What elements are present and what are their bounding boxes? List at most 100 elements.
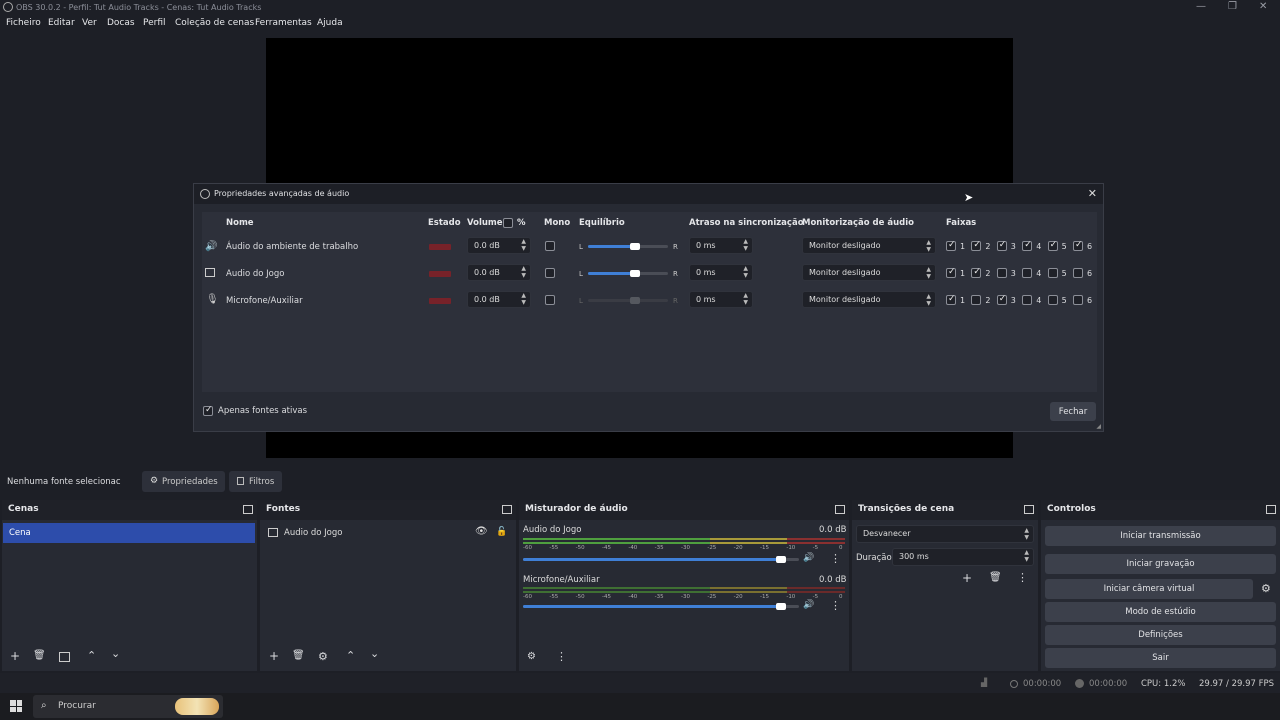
filters-button[interactable]: Filtros xyxy=(229,471,282,492)
scene-item-cena[interactable]: Cena xyxy=(3,523,255,543)
track-2-checkbox[interactable] xyxy=(971,295,982,305)
track-5-checkbox[interactable] xyxy=(1047,295,1058,305)
spin-arrows-icon[interactable]: ▲ ▼ xyxy=(1024,549,1029,563)
slider-handle[interactable] xyxy=(630,270,640,277)
settings-button[interactable]: Definições xyxy=(1045,625,1276,645)
source-item[interactable]: Audio do Jogo 👁 🔓 xyxy=(260,523,516,543)
monitoring-select[interactable]: Monitor desligado ▲ ▼ xyxy=(802,291,936,308)
undock-icon[interactable] xyxy=(502,505,512,514)
undock-icon[interactable] xyxy=(835,505,845,514)
gear-icon[interactable]: ⚙ xyxy=(527,651,536,662)
lock-icon[interactable]: 🔓 xyxy=(496,527,507,537)
undock-icon[interactable] xyxy=(243,505,253,514)
close-button[interactable]: Fechar xyxy=(1050,402,1096,421)
duration-spinbox[interactable]: 300 ms ▲ ▼ xyxy=(892,548,1034,566)
windows-start-icon[interactable] xyxy=(10,700,22,712)
speaker-icon[interactable]: 🔊 xyxy=(803,600,814,610)
minimize-icon[interactable]: — xyxy=(1196,1,1206,12)
balance-slider[interactable] xyxy=(588,270,668,277)
exit-button[interactable]: Sair xyxy=(1045,648,1276,668)
chevron-up-icon[interactable]: ⌃ xyxy=(87,649,96,662)
chevron-up-icon[interactable]: ⌃ xyxy=(346,649,355,662)
track-4-checkbox[interactable] xyxy=(1022,295,1033,305)
properties-button[interactable]: ⚙ Propriedades xyxy=(142,471,225,492)
track-2-checkbox[interactable] xyxy=(971,240,982,251)
undock-icon[interactable] xyxy=(1266,505,1276,514)
volume-spinbox[interactable]: 0.0 dB ▲ ▼ xyxy=(467,237,531,254)
track-3-checkbox[interactable] xyxy=(996,240,1007,251)
gear-icon[interactable]: ⚙ xyxy=(318,650,328,663)
start-recording-button[interactable]: Iniciar gravação xyxy=(1045,554,1276,574)
spin-arrows-icon[interactable]: ▲ ▼ xyxy=(521,292,526,306)
studio-mode-button[interactable]: Modo de estúdio xyxy=(1045,602,1276,622)
mono-checkbox[interactable] xyxy=(545,241,555,251)
chevron-down-icon[interactable]: ⌄ xyxy=(111,647,120,660)
undock-icon[interactable] xyxy=(1024,505,1034,514)
menu-ficheiro[interactable]: Ficheiro xyxy=(6,18,41,28)
track-1-checkbox[interactable] xyxy=(946,267,956,278)
slider-handle[interactable] xyxy=(775,556,786,563)
track-5-checkbox[interactable] xyxy=(1047,240,1058,251)
menu-ferramentas[interactable]: Ferramentas xyxy=(255,18,312,28)
volume-percent-checkbox[interactable] xyxy=(503,218,513,228)
more-options-icon[interactable]: ⋮ xyxy=(1017,571,1028,584)
slider-handle[interactable] xyxy=(775,603,786,610)
filter-icon[interactable] xyxy=(59,652,70,662)
start-streaming-button[interactable]: Iniciar transmissão xyxy=(1045,526,1276,546)
menu-editar[interactable]: Editar xyxy=(48,18,75,28)
add-icon[interactable]: + xyxy=(10,649,20,663)
trash-icon[interactable]: 🗑 xyxy=(292,650,305,661)
volume-slider[interactable] xyxy=(523,556,799,563)
gear-icon[interactable]: ⚙ xyxy=(1261,582,1271,595)
eye-icon[interactable]: 👁 xyxy=(475,526,488,537)
monitoring-select[interactable]: Monitor desligado ▲ ▼ xyxy=(802,237,936,254)
menu-ver[interactable]: Ver xyxy=(82,18,97,28)
menu-ajuda[interactable]: Ajuda xyxy=(317,18,343,28)
sync-offset-spinbox[interactable]: 0 ms ▲ ▼ xyxy=(689,264,753,281)
active-only-checkbox[interactable] xyxy=(203,405,213,416)
menu-docas[interactable]: Docas xyxy=(107,18,135,28)
sync-offset-spinbox[interactable]: 0 ms ▲ ▼ xyxy=(689,291,753,308)
mono-checkbox[interactable] xyxy=(545,295,555,305)
track-5-checkbox[interactable] xyxy=(1047,268,1058,278)
volume-slider[interactable] xyxy=(523,603,799,610)
monitoring-select[interactable]: Monitor desligado ▲ ▼ xyxy=(802,264,936,281)
start-virtual-camera-button[interactable]: Iniciar câmera virtual xyxy=(1045,579,1253,599)
spin-arrows-icon[interactable]: ▲ ▼ xyxy=(743,265,748,279)
spin-arrows-icon[interactable]: ▲ ▼ xyxy=(743,292,748,306)
add-icon[interactable]: + xyxy=(962,571,972,585)
track-6-checkbox[interactable] xyxy=(1073,295,1083,305)
track-6-checkbox[interactable] xyxy=(1073,268,1083,278)
track-3-checkbox[interactable] xyxy=(996,294,1007,305)
balance-slider[interactable] xyxy=(588,243,668,250)
taskbar-search[interactable]: ⌕ Procurar xyxy=(33,695,223,718)
menu-colecao-cenas[interactable]: Coleção de cenas xyxy=(175,18,254,28)
more-options-icon[interactable]: ⋮ xyxy=(830,599,841,612)
track-4-checkbox[interactable] xyxy=(1022,268,1033,278)
mono-checkbox[interactable] xyxy=(545,268,555,278)
slider-handle[interactable] xyxy=(630,243,640,250)
track-6-checkbox[interactable] xyxy=(1073,240,1083,251)
volume-spinbox[interactable]: 0.0 dB ▲ ▼ xyxy=(467,291,531,308)
close-icon[interactable]: ✕ xyxy=(1088,187,1097,200)
track-4-checkbox[interactable] xyxy=(1022,240,1033,251)
menu-perfil[interactable]: Perfil xyxy=(143,18,166,28)
spin-arrows-icon[interactable]: ▲ ▼ xyxy=(743,238,748,252)
trash-icon[interactable]: 🗑 xyxy=(33,650,46,661)
spin-arrows-icon[interactable]: ▲ ▼ xyxy=(521,238,526,252)
more-options-icon[interactable]: ⋮ xyxy=(830,552,841,565)
track-1-checkbox[interactable] xyxy=(946,294,956,305)
volume-spinbox[interactable]: 0.0 dB ▲ ▼ xyxy=(467,264,531,281)
more-options-icon[interactable]: ⋮ xyxy=(556,650,567,663)
sync-offset-spinbox[interactable]: 0 ms ▲ ▼ xyxy=(689,237,753,254)
resize-grip-icon[interactable]: ◢ xyxy=(1096,423,1101,430)
close-window-icon[interactable]: ✕ xyxy=(1259,1,1267,12)
transition-select[interactable]: Desvanecer ▲ ▼ xyxy=(856,525,1034,543)
add-icon[interactable]: + xyxy=(269,649,279,663)
chevron-down-icon[interactable]: ⌄ xyxy=(370,647,379,660)
spin-arrows-icon[interactable]: ▲ ▼ xyxy=(521,265,526,279)
restore-icon[interactable]: ❐ xyxy=(1228,1,1237,12)
track-2-checkbox[interactable] xyxy=(971,267,982,278)
track-1-checkbox[interactable] xyxy=(946,240,956,251)
track-3-checkbox[interactable] xyxy=(996,268,1007,278)
